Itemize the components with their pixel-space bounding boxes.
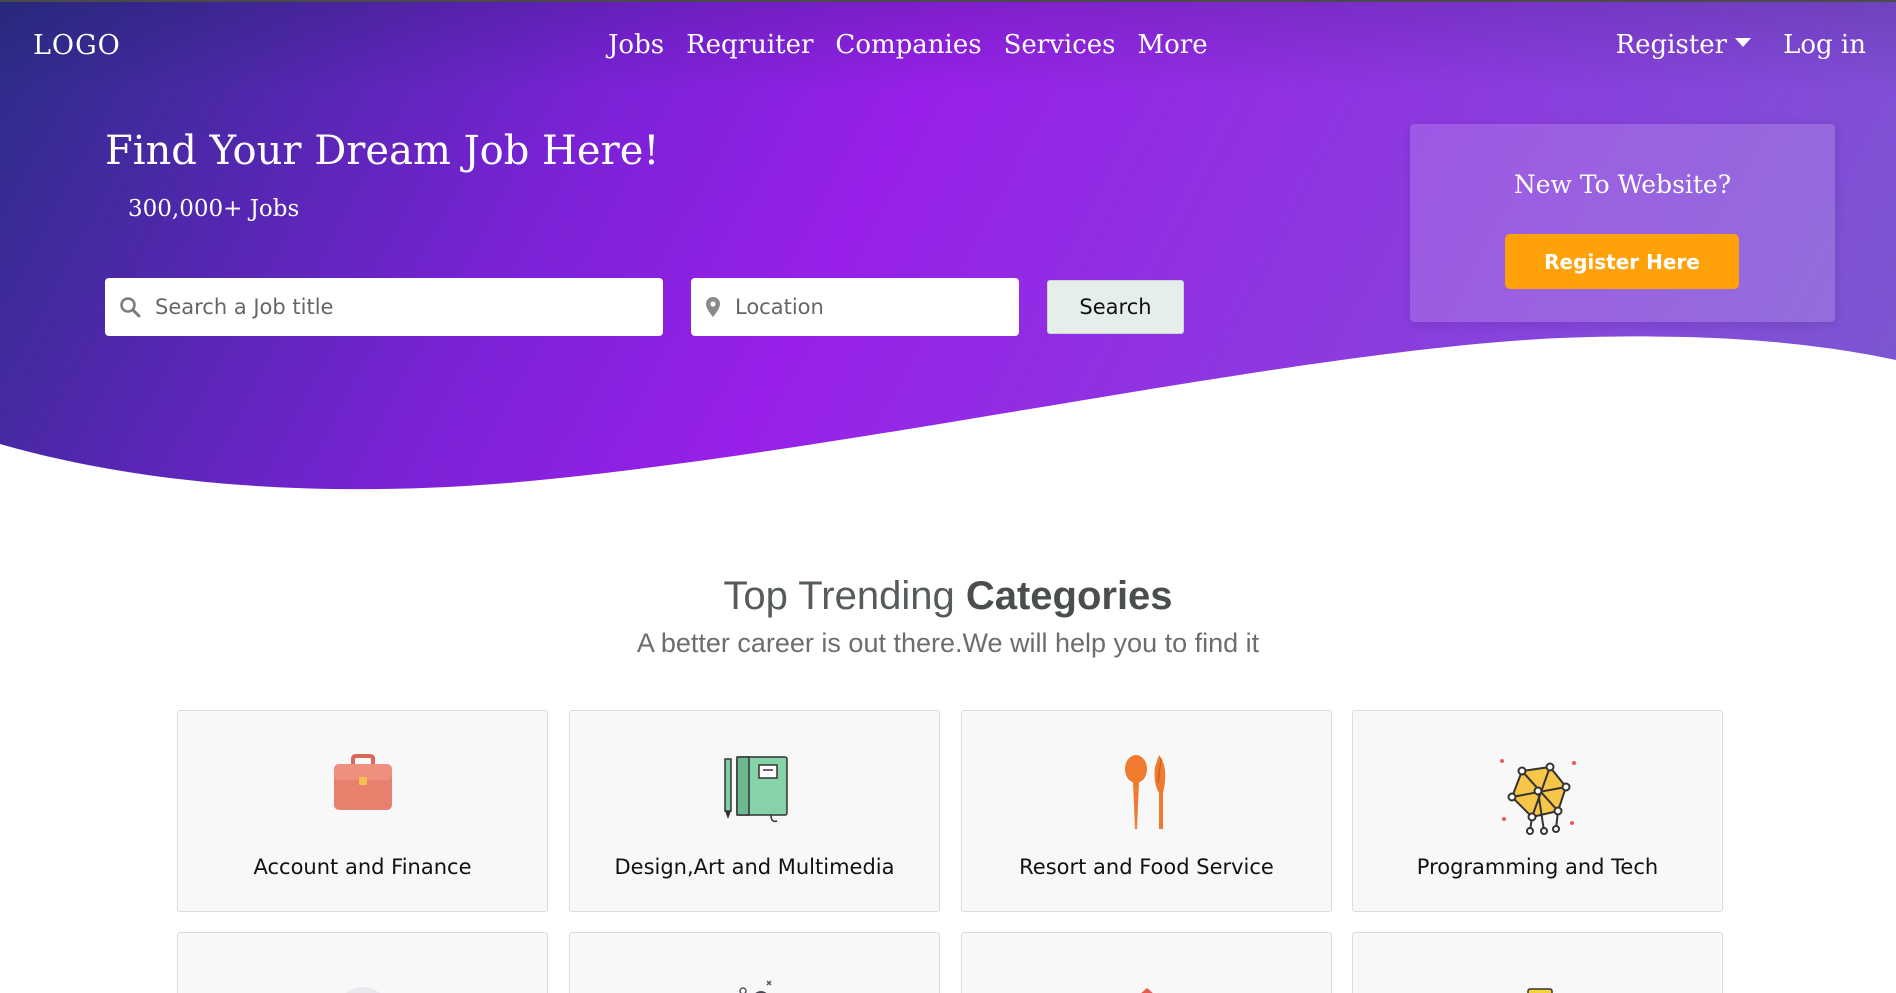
register-card-title: New To Website? xyxy=(1513,170,1732,199)
location-input[interactable] xyxy=(735,295,1019,319)
categories-subtitle: A better career is out there.We will hel… xyxy=(636,628,1260,658)
hero-wave xyxy=(0,336,1896,510)
window-top-border xyxy=(0,0,1896,2)
nav-more[interactable]: More xyxy=(1137,30,1207,60)
categories-heading-bold: Categories xyxy=(965,574,1173,618)
category-card-account-finance[interactable]: Account and Finance xyxy=(177,710,548,912)
nav-services[interactable]: Services xyxy=(1004,30,1116,60)
category-card-design-art[interactable]: Design,Art and Multimedia xyxy=(569,710,940,912)
category-label: Account and Finance xyxy=(253,855,472,879)
category-card[interactable] xyxy=(1352,932,1723,993)
category-icon xyxy=(1526,988,1553,993)
job-title-input[interactable] xyxy=(155,295,663,319)
category-icon xyxy=(1140,988,1153,993)
network-icon xyxy=(1499,759,1576,835)
job-search-field xyxy=(105,278,663,336)
location-field xyxy=(691,278,1019,336)
search-button[interactable]: Search xyxy=(1047,280,1184,334)
category-card-programming-tech[interactable]: Programming and Tech xyxy=(1352,710,1723,912)
category-card[interactable] xyxy=(569,932,940,993)
nav-companies[interactable]: Companies xyxy=(835,30,981,60)
hero-headline: Find Your Dream Job Here! xyxy=(105,128,660,174)
category-icon xyxy=(345,987,380,993)
site-logo[interactable]: LOGO xyxy=(33,30,121,61)
category-label: Resort and Food Service xyxy=(1019,855,1274,879)
main-nav: Jobs Reqruiter Companies Services More xyxy=(608,30,1208,60)
register-card: New To Website? Register Here xyxy=(1410,124,1835,322)
nav-recruiter[interactable]: Reqruiter xyxy=(686,30,813,60)
categories-heading-light: Top Trending xyxy=(723,574,966,618)
category-icon xyxy=(738,980,772,993)
categories-heading: Top Trending Categories xyxy=(0,574,1896,619)
cutlery-icon xyxy=(1124,755,1165,829)
register-label: Register xyxy=(1615,30,1728,60)
login-link[interactable]: Log in xyxy=(1783,30,1866,60)
caret-down-icon xyxy=(1735,37,1752,47)
category-card-resort-food[interactable]: Resort and Food Service xyxy=(961,710,1332,912)
map-pin-icon xyxy=(706,297,720,317)
search-icon xyxy=(120,297,141,318)
notebook-icon xyxy=(723,756,788,823)
category-label: Design,Art and Multimedia xyxy=(614,855,895,879)
category-card[interactable] xyxy=(961,932,1332,993)
nav-jobs[interactable]: Jobs xyxy=(608,30,664,60)
jobs-count: 300,000+ Jobs xyxy=(128,196,300,222)
register-here-button[interactable]: Register Here xyxy=(1505,234,1739,289)
category-card[interactable] xyxy=(177,932,548,993)
register-dropdown[interactable]: Register xyxy=(1616,30,1752,60)
account-nav: Register Log in xyxy=(1616,30,1866,60)
briefcase-icon xyxy=(333,754,392,810)
category-label: Programming and Tech xyxy=(1416,855,1659,879)
